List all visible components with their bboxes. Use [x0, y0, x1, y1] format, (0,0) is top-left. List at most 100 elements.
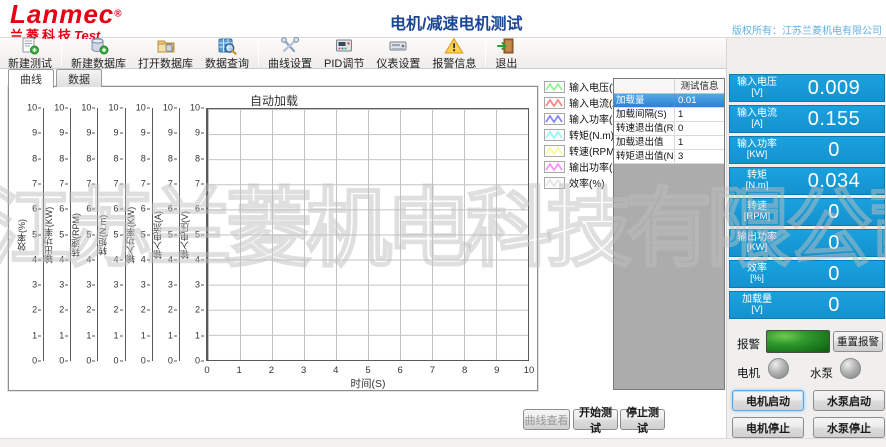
motor-start-button[interactable]: 电机启动	[732, 390, 804, 411]
toolbar-button-open-database[interactable]: 打开数据库	[132, 39, 199, 68]
logo-text: Lanmec	[10, 0, 114, 29]
copyright-text: 版权所有：江苏兰菱机电有限公司	[732, 22, 882, 37]
tab-data[interactable]: 数据	[56, 69, 102, 87]
stop-test-button[interactable]: 停止测试	[620, 409, 665, 430]
y-tick-label: 4	[86, 255, 95, 264]
legend-swatch	[544, 113, 565, 125]
motor-status-indicator	[768, 358, 789, 379]
readout-cell-1: 输入电流[A]0.155	[729, 105, 885, 133]
pump-label: 水泵	[810, 365, 833, 381]
chart-panel: 自动加载 效率(%)109876543210输出功率(KW)1098765432…	[8, 86, 538, 391]
view-curve-button[interactable]: 曲线查看	[523, 409, 570, 430]
motor-stop-button[interactable]: 电机停止	[732, 417, 804, 438]
x-tick-label: 5	[365, 365, 370, 376]
y-tick-label: 5	[114, 230, 123, 239]
y-tick-label: 4	[195, 255, 204, 264]
toolbar-label-data-query: 数据查询	[205, 55, 249, 71]
y-tick-label: 0	[59, 357, 68, 366]
toolbar-label-open-database: 打开数据库	[138, 55, 193, 71]
y-tick-label: 9	[195, 129, 204, 138]
test-info-header-spacer	[614, 79, 675, 93]
y-tick-label: 1	[141, 331, 150, 340]
y-tick-label: 4	[168, 255, 177, 264]
y-tick-label: 5	[195, 230, 204, 239]
legend-label: 转矩(N.m)	[569, 127, 614, 142]
y-tick-label: 8	[114, 154, 123, 163]
y-tick-label: 3	[32, 281, 41, 290]
y-axis-0: 效率(%)109876543210	[17, 108, 44, 361]
y-axis-title-5: 输入电流(A)	[154, 209, 164, 261]
y-tick-label: 10	[163, 104, 177, 113]
start-test-button[interactable]: 开始测试	[573, 409, 618, 430]
toolbar-button-new-database[interactable]: 新建数据库	[65, 39, 132, 68]
toolbar-button-data-query[interactable]: 数据查询	[199, 39, 255, 68]
y-tick-label: 1	[59, 331, 68, 340]
test-info-row-2[interactable]: 转速退出值(RPM)0	[614, 122, 724, 136]
y-tick-label: 8	[168, 154, 177, 163]
test-info-row-label: 加载间隔(S)	[614, 108, 675, 121]
y-tick-label: 2	[141, 306, 150, 315]
pump-stop-button[interactable]: 水泵停止	[813, 417, 885, 438]
readout-label: 效率[%]	[730, 263, 784, 285]
y-tick-label: 9	[86, 129, 95, 138]
test-info-row-value: 0.01	[675, 94, 724, 107]
toolbar-button-curve-settings[interactable]: 曲线设置	[262, 39, 318, 68]
pump-start-button[interactable]: 水泵启动	[813, 390, 885, 411]
y-tick-label: 4	[32, 255, 41, 264]
test-info-row-4[interactable]: 转矩退出值(N.m)3	[614, 150, 724, 164]
y-tick-label: 10	[109, 104, 123, 113]
test-info-row-value: 3	[675, 150, 724, 163]
y-tick-label: 3	[59, 281, 68, 290]
toolbar-button-exit[interactable]: 退出	[489, 39, 523, 68]
readout-cell-2: 输入功率[KW]0	[729, 136, 885, 164]
y-axis-2: 转速(RPM)109876543210	[71, 108, 98, 361]
y-tick-label: 0	[86, 357, 95, 366]
y-tick-label: 2	[168, 306, 177, 315]
y-tick-label: 0	[141, 357, 150, 366]
toolbar-button-instrument-settings[interactable]: 仪表设置	[370, 39, 426, 68]
registered-mark: ®	[114, 9, 121, 20]
y-tick-label: 6	[195, 205, 204, 214]
y-tick-label: 5	[168, 230, 177, 239]
y-axis-title-0: 效率(%)	[18, 217, 28, 253]
y-tick-label: 5	[141, 230, 150, 239]
x-axis-title: 时间(S)	[207, 376, 529, 391]
test-info-row-3[interactable]: 加载退出值1	[614, 136, 724, 150]
readout-value: 0	[784, 139, 884, 162]
x-tick-label: 3	[301, 365, 306, 376]
test-info-row-1[interactable]: 加载间隔(S)1	[614, 108, 724, 122]
exit-icon	[496, 37, 516, 55]
y-tick-label: 0	[168, 357, 177, 366]
test-info-row-0[interactable]: 加载量0.01	[614, 94, 724, 108]
toolbar-label-pid-adjust: PID调节	[324, 55, 364, 71]
x-tick-label: 0	[204, 365, 209, 376]
toolbar-button-alarm-info[interactable]: 报警信息	[426, 39, 482, 68]
y-tick-label: 7	[32, 179, 41, 188]
toolbar-button-new-test[interactable]: 新建测试	[2, 39, 58, 68]
y-tick-label: 9	[114, 129, 123, 138]
tab-curve[interactable]: 曲线	[8, 69, 54, 88]
y-tick-label: 5	[86, 230, 95, 239]
test-info-panel: 测试信息 加载量0.01加载间隔(S)1转速退出值(RPM)0加载退出值1转矩退…	[613, 78, 725, 390]
reset-alarm-button[interactable]: 重置报警	[833, 331, 883, 352]
test-info-header-title: 测试信息	[675, 79, 724, 93]
y-tick-label: 4	[59, 255, 68, 264]
y-tick-label: 2	[86, 306, 95, 315]
y-tick-label: 9	[168, 129, 177, 138]
y-tick-label: 3	[141, 281, 150, 290]
y-tick-label: 10	[136, 104, 150, 113]
y-tick-label: 6	[114, 205, 123, 214]
curve-settings-icon	[280, 37, 300, 55]
y-tick-label: 8	[141, 154, 150, 163]
alarm-label: 报警	[737, 336, 760, 352]
y-axis-title-4: 输入功率(KW)	[127, 204, 137, 265]
toolbar-button-pid-adjust[interactable]: PID调节	[318, 39, 370, 68]
pump-status-indicator	[840, 358, 861, 379]
y-tick-label: 7	[86, 179, 95, 188]
y-tick-label: 8	[86, 154, 95, 163]
y-tick-label: 9	[32, 129, 41, 138]
y-axes: 效率(%)109876543210输出功率(KW)109876543210转速(…	[17, 108, 207, 361]
y-tick-label: 7	[59, 179, 68, 188]
y-tick-label: 10	[81, 104, 95, 113]
readout-label: 输入电压[V]	[730, 77, 784, 99]
